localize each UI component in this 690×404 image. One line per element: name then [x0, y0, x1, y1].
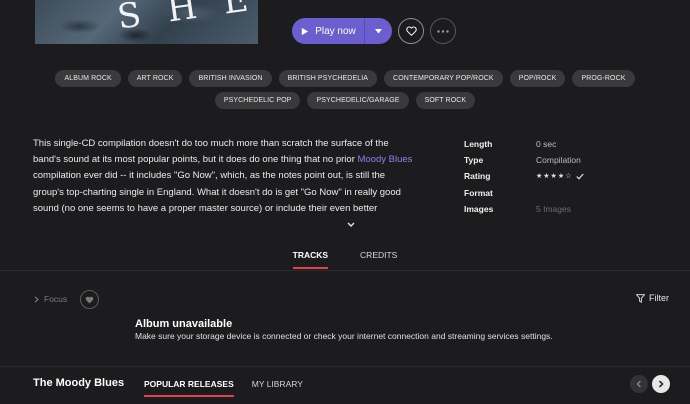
heart-icon — [85, 296, 94, 303]
tab-tracks[interactable]: TRACKS — [292, 250, 329, 269]
checkmark-icon — [576, 173, 585, 180]
meta-length-row: Length 0 sec — [464, 136, 584, 152]
genre-tag[interactable]: ALBUM ROCK — [55, 70, 121, 87]
meta-type-row: Type Compilation — [464, 152, 584, 168]
genre-tag[interactable]: CONTEMPORARY POP/ROCK — [384, 70, 503, 87]
chevron-right-icon — [34, 295, 39, 303]
meta-rating-label: Rating — [464, 171, 491, 182]
chevron-right-icon — [658, 380, 664, 388]
album-tabs: TRACKS CREDITS — [0, 250, 690, 269]
filter-label: Filter — [649, 293, 669, 303]
focus-toggle[interactable]: Focus — [34, 294, 67, 304]
artist-section-tabs: POPULAR RELEASES MY LIBRARY — [144, 379, 303, 397]
focus-favorites-button[interactable] — [80, 290, 99, 309]
play-controls: Play now — [292, 18, 392, 44]
meta-type-label: Type — [464, 155, 484, 166]
genre-tags: ALBUM ROCK ART ROCK BRITISH INVASION BRI… — [20, 70, 670, 109]
meta-format-row: Format — [464, 185, 584, 201]
album-metadata: Length 0 sec Type Compilation Rating ★★★… — [464, 136, 585, 217]
tab-credits[interactable]: CREDITS — [360, 250, 397, 269]
favorite-button[interactable] — [398, 18, 424, 44]
artist-link[interactable]: Moody Blues — [358, 154, 413, 165]
genre-tag[interactable]: SOFT ROCK — [415, 92, 476, 109]
meta-length-label: Length — [464, 139, 493, 150]
meta-images-value[interactable]: 5 Images — [536, 204, 571, 214]
tab-my-library[interactable]: MY LIBRARY — [252, 379, 303, 397]
artist-heading[interactable]: The Moody Blues — [33, 377, 124, 389]
meta-length-value: 0 sec — [536, 139, 557, 150]
filter-button[interactable]: Filter — [636, 293, 669, 303]
caret-down-icon — [375, 28, 382, 33]
rating-stars: ★★★★☆ — [536, 173, 573, 181]
meta-images-label: Images — [464, 203, 494, 214]
tabs-divider — [0, 270, 690, 271]
genre-tag[interactable]: PROG-ROCK — [572, 70, 635, 87]
album-unavailable-notice: Album unavailable Make sure your storage… — [135, 318, 553, 341]
play-options-dropdown[interactable] — [364, 18, 392, 44]
more-dots-icon — [437, 29, 449, 33]
carousel-next-button[interactable] — [652, 375, 670, 393]
description-text: This single-CD compilation doesn't do to… — [33, 138, 389, 166]
expand-description-chevron-icon[interactable] — [344, 219, 358, 231]
more-options-button[interactable] — [430, 18, 456, 44]
play-now-button[interactable]: Play now — [292, 18, 364, 44]
section-divider — [0, 366, 690, 367]
meta-images-row: Images 5 Images — [464, 201, 584, 217]
chevron-left-icon — [636, 380, 641, 388]
album-description: This single-CD compilation doesn't do to… — [33, 136, 415, 217]
focus-label: Focus — [44, 294, 68, 304]
filter-icon — [636, 293, 645, 303]
genre-tag[interactable]: ART ROCK — [127, 70, 183, 87]
tab-popular-releases[interactable]: POPULAR RELEASES — [144, 379, 234, 397]
album-cover: S H E — [35, 0, 258, 44]
heart-icon — [405, 26, 417, 36]
unavailable-message: Make sure your storage device is connect… — [135, 331, 553, 341]
meta-rating-row: Rating ★★★★☆ — [464, 168, 585, 184]
meta-rating-value: ★★★★☆ — [536, 172, 585, 181]
genre-tag[interactable]: BRITISH INVASION — [189, 70, 272, 87]
play-icon — [302, 27, 309, 35]
genre-tag[interactable]: PSYCHEDELIC/GARAGE — [307, 92, 409, 109]
genre-tag[interactable]: BRITISH PSYCHEDELIA — [278, 70, 378, 87]
description-text-continued: compilation ever did -- it includes "Go … — [33, 170, 401, 214]
carousel-prev-button[interactable] — [630, 375, 648, 393]
genre-tag[interactable]: PSYCHEDELIC POP — [214, 92, 301, 109]
play-now-label: Play now — [315, 25, 356, 37]
genre-tag[interactable]: POP/ROCK — [509, 70, 566, 87]
meta-format-label: Format — [464, 187, 493, 198]
meta-type-value: Compilation — [536, 155, 581, 166]
unavailable-title: Album unavailable — [135, 318, 233, 330]
